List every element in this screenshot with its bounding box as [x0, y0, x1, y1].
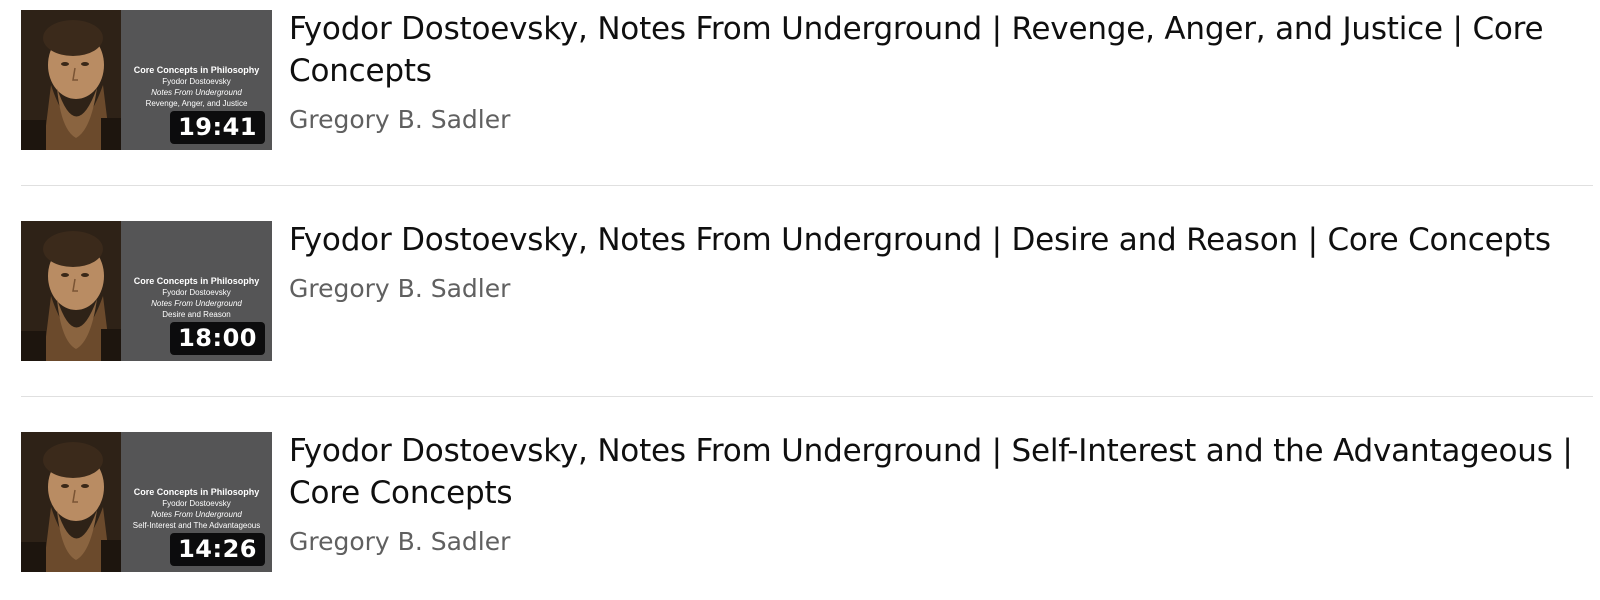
list-divider [21, 396, 1593, 397]
video-item[interactable]: Core Concepts in Philosophy Fyodor Dosto… [21, 10, 1593, 150]
portrait-image [21, 10, 121, 150]
channel-name[interactable]: Gregory B. Sadler [289, 104, 1579, 136]
thumbnail-work: Notes From Underground [151, 510, 242, 519]
thumbnail-series: Core Concepts in Philosophy [133, 276, 260, 286]
video-list: Core Concepts in Philosophy Fyodor Dosto… [21, 10, 1593, 572]
thumbnail-caption: Core Concepts in Philosophy Fyodor Dosto… [121, 276, 272, 320]
channel-name[interactable]: Gregory B. Sadler [289, 273, 1579, 305]
video-item[interactable]: Core Concepts in Philosophy Fyodor Dosto… [21, 221, 1593, 361]
thumbnail-series: Core Concepts in Philosophy [133, 65, 260, 75]
thumbnail-work: Notes From Underground [151, 299, 242, 308]
video-thumbnail[interactable]: Core Concepts in Philosophy Fyodor Dosto… [21, 10, 272, 150]
video-info: Fyodor Dostoevsky, Notes From Undergroun… [289, 219, 1579, 305]
video-info: Fyodor Dostoevsky, Notes From Undergroun… [289, 430, 1579, 558]
thumbnail-topic: Self-Interest and The Advantageous [132, 521, 261, 530]
video-thumbnail[interactable]: Core Concepts in Philosophy Fyodor Dosto… [21, 432, 272, 572]
video-title[interactable]: Fyodor Dostoevsky, Notes From Undergroun… [289, 430, 1579, 514]
portrait-image [21, 432, 121, 572]
channel-name[interactable]: Gregory B. Sadler [289, 526, 1579, 558]
thumbnail-work: Notes From Underground [151, 88, 242, 97]
video-thumbnail[interactable]: Core Concepts in Philosophy Fyodor Dosto… [21, 221, 272, 361]
duration-badge: 18:00 [170, 322, 265, 355]
duration-badge: 14:26 [170, 533, 265, 566]
thumbnail-author: Fyodor Dostoevsky [162, 499, 231, 508]
duration-badge: 19:41 [170, 111, 265, 144]
portrait-image [21, 221, 121, 361]
thumbnail-caption: Core Concepts in Philosophy Fyodor Dosto… [121, 487, 272, 531]
video-title[interactable]: Fyodor Dostoevsky, Notes From Undergroun… [289, 219, 1579, 261]
thumbnail-author: Fyodor Dostoevsky [162, 77, 231, 86]
video-info: Fyodor Dostoevsky, Notes From Undergroun… [289, 8, 1579, 136]
thumbnail-topic: Desire and Reason [162, 310, 231, 319]
thumbnail-caption: Core Concepts in Philosophy Fyodor Dosto… [121, 65, 272, 109]
thumbnail-series: Core Concepts in Philosophy [133, 487, 260, 497]
video-item[interactable]: Core Concepts in Philosophy Fyodor Dosto… [21, 432, 1593, 572]
thumbnail-author: Fyodor Dostoevsky [162, 288, 231, 297]
video-title[interactable]: Fyodor Dostoevsky, Notes From Undergroun… [289, 8, 1579, 92]
thumbnail-topic: Revenge, Anger, and Justice [145, 99, 248, 108]
list-divider [21, 185, 1593, 186]
